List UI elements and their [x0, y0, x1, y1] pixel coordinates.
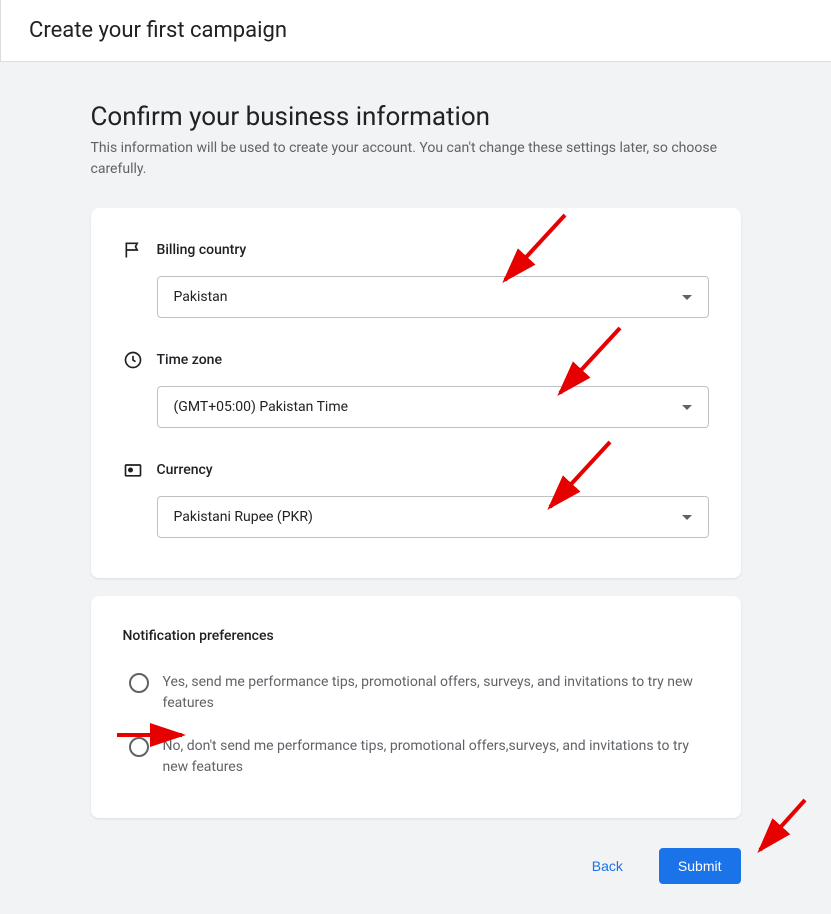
notification-no-label: No, don't send me performance tips, prom…: [163, 736, 709, 778]
notification-yes-option[interactable]: Yes, send me performance tips, promotion…: [123, 672, 709, 714]
timezone-dropdown[interactable]: (GMT+05:00) Pakistan Time: [157, 386, 709, 428]
submit-button[interactable]: Submit: [659, 848, 741, 884]
chevron-down-icon: [682, 405, 692, 410]
timezone-value: (GMT+05:00) Pakistan Time: [174, 399, 349, 415]
notification-yes-label: Yes, send me performance tips, promotion…: [163, 672, 709, 714]
chevron-down-icon: [682, 515, 692, 520]
currency-dropdown[interactable]: Pakistani Rupee (PKR): [157, 496, 709, 538]
back-button[interactable]: Back: [580, 850, 635, 882]
notification-no-option[interactable]: No, don't send me performance tips, prom…: [123, 736, 709, 778]
card-icon: [123, 460, 143, 480]
flag-icon: [123, 240, 143, 260]
footer-actions: Back Submit: [91, 848, 741, 884]
notification-preferences-card: Notification preferences Yes, send me pe…: [91, 596, 741, 818]
billing-country-dropdown[interactable]: Pakistan: [157, 276, 709, 318]
header-title: Create your first campaign: [29, 18, 803, 43]
billing-country-label: Billing country: [157, 242, 247, 258]
clock-icon: [123, 350, 143, 370]
page-description: This information will be used to create …: [91, 138, 741, 180]
radio-icon: [129, 673, 149, 693]
billing-country-field: Billing country Pakistan: [123, 240, 709, 318]
business-info-card: Billing country Pakistan Time zone (GMT+…: [91, 208, 741, 578]
radio-icon: [129, 737, 149, 757]
page-header: Create your first campaign: [0, 0, 831, 62]
timezone-label: Time zone: [157, 352, 222, 368]
content-area: Confirm your business information This i…: [0, 62, 831, 914]
notification-title: Notification preferences: [123, 628, 709, 644]
page-title: Confirm your business information: [91, 102, 741, 132]
chevron-down-icon: [682, 295, 692, 300]
billing-country-value: Pakistan: [174, 289, 228, 305]
timezone-field: Time zone (GMT+05:00) Pakistan Time: [123, 350, 709, 428]
currency-label: Currency: [157, 462, 213, 478]
currency-value: Pakistani Rupee (PKR): [174, 509, 313, 525]
currency-field: Currency Pakistani Rupee (PKR): [123, 460, 709, 538]
